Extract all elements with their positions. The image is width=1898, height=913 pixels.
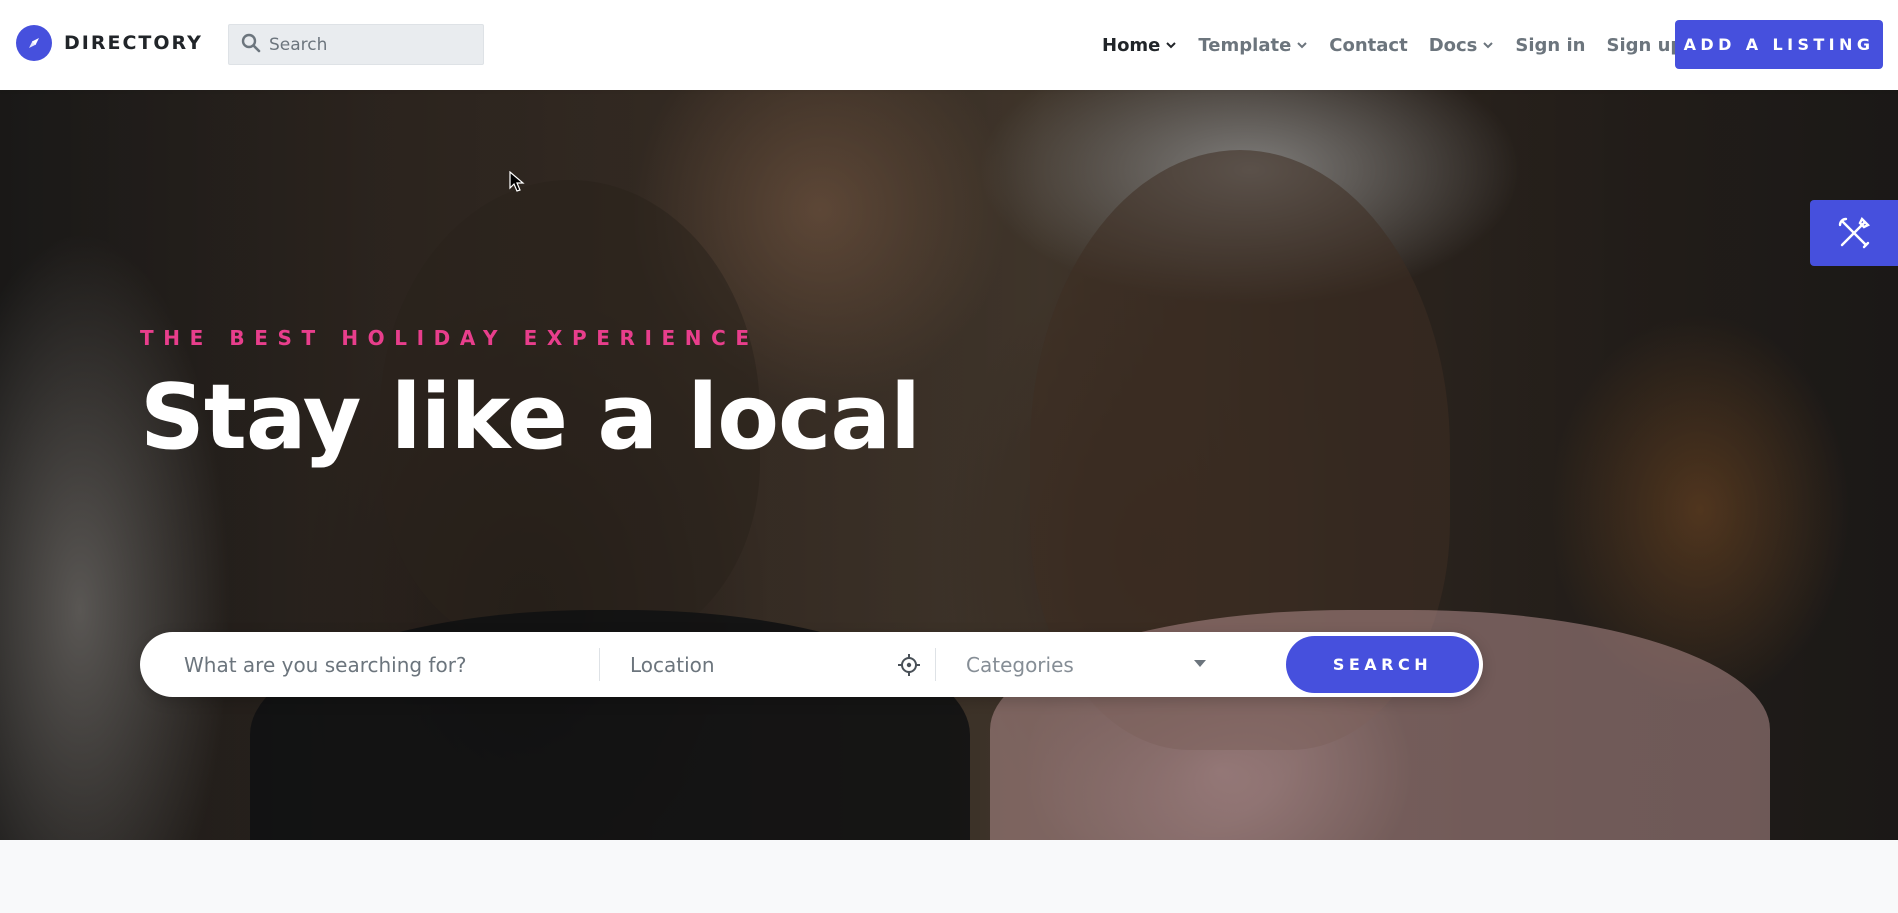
nav-item-label: Docs bbox=[1428, 34, 1478, 56]
nav-item-home[interactable]: Home bbox=[1102, 35, 1177, 56]
add-listing-button[interactable]: ADD A LISTING bbox=[1675, 20, 1883, 69]
listing-search-form: Categories SEARCH bbox=[140, 632, 1483, 697]
nav-item-label: Sign up bbox=[1606, 34, 1684, 56]
caret-down-icon bbox=[1194, 660, 1206, 667]
hero-section: THE BEST HOLIDAY EXPERIENCE Stay like a … bbox=[0, 90, 1898, 840]
brand-link[interactable]: DIRECTORY bbox=[16, 25, 203, 61]
brand-name: DIRECTORY bbox=[64, 32, 203, 54]
mouse-cursor-icon bbox=[509, 171, 525, 192]
navbar-search[interactable] bbox=[228, 24, 484, 65]
field-divider bbox=[935, 648, 936, 681]
search-button[interactable]: SEARCH bbox=[1286, 636, 1479, 693]
field-divider bbox=[599, 648, 600, 681]
keyword-field[interactable] bbox=[184, 632, 574, 697]
chevron-down-icon bbox=[1297, 42, 1307, 49]
tools-icon bbox=[1838, 216, 1871, 249]
navbar-search-input[interactable] bbox=[269, 34, 479, 55]
crosshair-icon[interactable] bbox=[897, 653, 921, 677]
hero-subtitle: THE BEST HOLIDAY EXPERIENCE bbox=[140, 326, 759, 350]
location-field[interactable] bbox=[630, 632, 920, 697]
search-icon bbox=[241, 33, 261, 57]
nav-item-sign-in[interactable]: Sign in bbox=[1515, 35, 1585, 56]
location-input[interactable] bbox=[630, 652, 920, 677]
nav-item-label: Template bbox=[1198, 34, 1292, 56]
keyword-input[interactable] bbox=[184, 652, 574, 677]
categories-select-value: Categories bbox=[966, 652, 1074, 677]
nav-item-contact[interactable]: Contact bbox=[1329, 35, 1407, 56]
page-content-area bbox=[0, 840, 1898, 913]
nav-item-label: Sign in bbox=[1515, 34, 1586, 56]
nav-item-docs[interactable]: Docs bbox=[1429, 35, 1495, 56]
compass-icon bbox=[16, 25, 52, 61]
top-navbar: DIRECTORY Home Template Contact Docs Sig… bbox=[0, 0, 1898, 90]
nav-item-label: Home bbox=[1102, 34, 1161, 56]
chevron-down-icon bbox=[1166, 42, 1177, 49]
hero-title: Stay like a local bbox=[140, 365, 921, 470]
main-nav: Home Template Contact Docs Sign in Sign … bbox=[1102, 28, 1704, 62]
theme-settings-toggle[interactable] bbox=[1810, 200, 1898, 266]
nav-item-template[interactable]: Template bbox=[1198, 35, 1308, 56]
chevron-down-icon bbox=[1483, 42, 1494, 49]
nav-item-label: Contact bbox=[1329, 34, 1408, 56]
hero-content: THE BEST HOLIDAY EXPERIENCE Stay like a … bbox=[140, 326, 921, 470]
nav-item-sign-up[interactable]: Sign up bbox=[1607, 35, 1684, 56]
